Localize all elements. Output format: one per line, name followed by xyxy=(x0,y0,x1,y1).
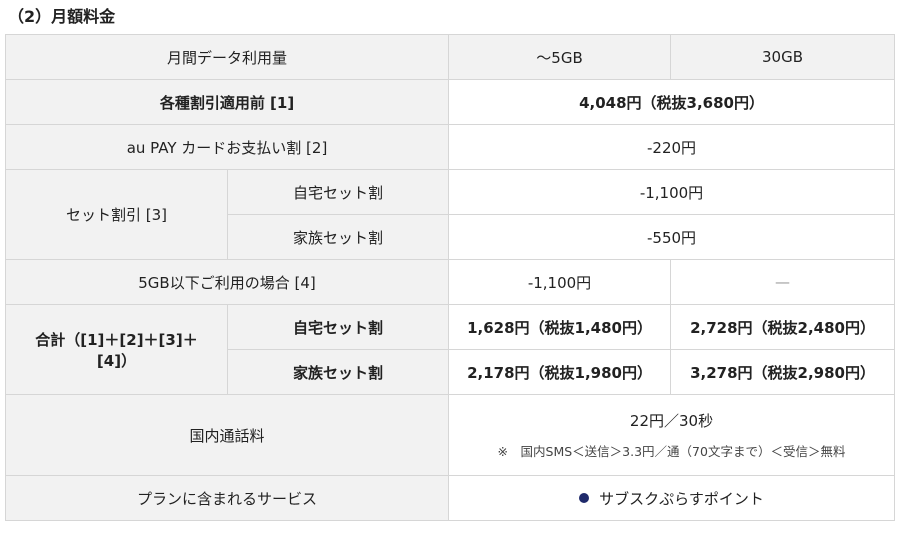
call-fee-value: 22円／30秒 xyxy=(629,412,714,430)
service-value: サブスクぷらすポイント xyxy=(599,489,764,508)
service-label: プランに含まれるサービス xyxy=(4,475,450,521)
bullet-icon xyxy=(579,492,590,503)
before-discount-label: 各種割引適用前 [1] xyxy=(4,79,450,125)
family-set-value: -550円 xyxy=(448,214,896,260)
call-fee-label: 国内通話料 xyxy=(4,394,450,476)
service-row: プランに含まれるサービス サブスクぷらすポイント xyxy=(4,475,896,521)
under-5gb-value-5gb: -1,100円 xyxy=(448,259,672,305)
under-5gb-label: 5GB以下ご利用の場合 [4] xyxy=(4,259,450,305)
au-pay-label: au PAY カードお支払い割 [2] xyxy=(4,124,450,170)
total-label-line1: 合計（[1]＋[2]＋[3]＋ xyxy=(35,330,198,349)
section-title: （2）月額料金 xyxy=(8,7,116,26)
before-discount-row: 各種割引適用前 [1] 4,048円（税抜3,680円） xyxy=(4,79,896,125)
total-label: 合計（[1]＋[2]＋[3]＋ [4]） xyxy=(5,304,228,395)
au-pay-value: -220円 xyxy=(448,124,896,170)
column-30gb-header: 30GB xyxy=(670,34,896,80)
au-pay-row: au PAY カードお支払い割 [2] -220円 xyxy=(4,124,896,170)
total-family-5gb: 2,178円（税抜1,980円） xyxy=(448,349,672,395)
total-home-5gb: 1,628円（税抜1,480円） xyxy=(448,304,672,350)
total-home-30gb: 2,728円（税抜2,480円） xyxy=(670,304,896,350)
home-set-label: 自宅セット割 xyxy=(226,169,450,215)
total-home-label: 自宅セット割 xyxy=(226,304,450,350)
header-row: 月間データ利用量 〜5GB 30GB xyxy=(4,34,896,80)
column-5gb-header: 〜5GB xyxy=(448,34,672,80)
before-discount-value: 4,048円（税抜3,680円） xyxy=(448,79,896,125)
call-fee-row: 国内通話料 22円／30秒 ※ 国内SMS＜送信＞3.3円／通（70文字まで）＜… xyxy=(4,394,896,476)
under-5gb-row: 5GB以下ご利用の場合 [4] -1,100円 — xyxy=(4,259,896,305)
data-usage-header: 月間データ利用量 xyxy=(4,34,450,80)
family-set-label: 家族セット割 xyxy=(226,214,450,260)
under-5gb-value-30gb: — xyxy=(670,259,896,305)
total-family-label: 家族セット割 xyxy=(226,349,450,395)
home-set-value: -1,100円 xyxy=(448,169,896,215)
sms-fee-note: ※ 国内SMS＜送信＞3.3円／通（70文字まで）＜受信＞無料 xyxy=(497,444,846,459)
total-label-line2: [4]） xyxy=(96,351,137,370)
set-discount-label: セット割引 [3] xyxy=(5,169,228,260)
total-home-row: 合計（[1]＋[2]＋[3]＋ [4]） 自宅セット割 1,628円（税抜1,4… xyxy=(5,304,896,395)
set-discount-home-row: セット割引 [3] 自宅セット割 -1,100円 xyxy=(5,169,896,260)
monthly-fee-table: 月間データ利用量 〜5GB 30GB 各種割引適用前 [1] 4,048円（税抜… xyxy=(4,34,896,521)
total-family-30gb: 3,278円（税抜2,980円） xyxy=(670,349,896,395)
call-fee-cell: 22円／30秒 ※ 国内SMS＜送信＞3.3円／通（70文字まで）＜受信＞無料 xyxy=(448,394,896,476)
service-cell: サブスクぷらすポイント xyxy=(448,475,896,521)
